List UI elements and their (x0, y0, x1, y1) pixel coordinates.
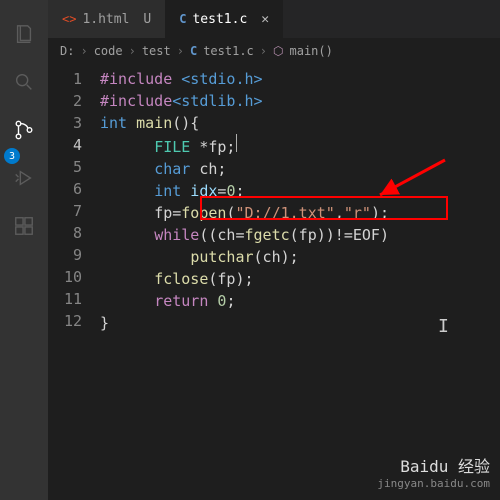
c-file-icon: C (179, 12, 186, 26)
breadcrumb[interactable]: D: › code › test › C test1.c › ⬡ main() (48, 38, 500, 64)
line-number: 4 (48, 134, 82, 156)
t: (fp); (208, 270, 253, 288)
files-icon[interactable] (10, 20, 38, 48)
t (100, 182, 154, 200)
activity-bar: 3 (0, 0, 48, 500)
c-file-icon: C (190, 44, 197, 58)
symbol-icon: ⬡ (273, 44, 283, 58)
line-number: 8 (48, 222, 82, 244)
t: (ch); (254, 248, 299, 266)
t: main (127, 114, 172, 132)
t: putchar (190, 248, 253, 266)
t (100, 292, 154, 310)
watermark-brand: Baidu 经验 (377, 453, 490, 477)
debug-icon[interactable] (10, 164, 38, 192)
t: int (100, 114, 127, 132)
line-number: 1 (48, 68, 82, 90)
chevron-right-icon: › (260, 44, 267, 58)
extensions-icon[interactable] (10, 212, 38, 240)
watermark: Baidu 经验 jingyan.baidu.com (377, 453, 490, 490)
line-number: 10 (48, 266, 82, 288)
t (100, 160, 154, 178)
t: #include (100, 92, 172, 110)
t (100, 138, 154, 156)
chevron-right-icon: › (80, 44, 87, 58)
t: <stdlib.h> (172, 92, 262, 110)
tab-html[interactable]: <> 1.html U (48, 0, 165, 38)
line-number: 2 (48, 90, 82, 112)
t: *fp; (190, 138, 235, 156)
t: while (154, 226, 199, 244)
line-number: 9 (48, 244, 82, 266)
t: int (154, 182, 181, 200)
cursor-icon (236, 134, 237, 152)
source-control-icon[interactable] (10, 116, 38, 144)
tab-label: test1.c (192, 12, 247, 27)
arrow-icon (370, 155, 450, 205)
line-number: 3 (48, 112, 82, 134)
t: FILE (154, 138, 190, 156)
line-number: 6 (48, 178, 82, 200)
t: fclose (154, 270, 208, 288)
t: fp= (154, 204, 181, 222)
t (100, 204, 154, 222)
line-number: 12 (48, 310, 82, 332)
t: (fp))!=EOF) (290, 226, 389, 244)
crumb[interactable]: main() (290, 44, 333, 58)
modified-indicator: U (143, 12, 151, 27)
chevron-right-icon: › (129, 44, 136, 58)
scm-badge: 3 (4, 148, 20, 164)
close-icon[interactable]: ✕ (261, 12, 269, 27)
crumb[interactable]: D: (60, 44, 74, 58)
t: ch; (190, 160, 226, 178)
editor[interactable]: 1 2 3 4 5 6 7 8 9 10 11 12 #include <std… (48, 64, 500, 500)
crumb[interactable]: code (94, 44, 123, 58)
tab-label: 1.html (82, 12, 129, 27)
chevron-right-icon: › (177, 44, 184, 58)
t: } (100, 314, 109, 332)
line-number: 11 (48, 288, 82, 310)
tab-bar: <> 1.html U C test1.c ✕ (48, 0, 500, 38)
t: (){ (172, 114, 199, 132)
crumb[interactable]: test (142, 44, 171, 58)
crumb[interactable]: test1.c (203, 44, 254, 58)
t (100, 248, 190, 266)
search-icon[interactable] (10, 68, 38, 96)
t: fgetc (245, 226, 290, 244)
watermark-url: jingyan.baidu.com (377, 477, 490, 490)
line-number: 7 (48, 200, 82, 222)
t: ; (226, 292, 235, 310)
t: <stdio.h> (172, 70, 262, 88)
html-file-icon: <> (62, 12, 76, 26)
t: #include (100, 70, 172, 88)
text-cursor-icon: I (438, 316, 449, 337)
t: return (154, 292, 208, 310)
t: char (154, 160, 190, 178)
tab-c[interactable]: C test1.c ✕ (165, 0, 283, 38)
line-number: 5 (48, 156, 82, 178)
t (100, 270, 154, 288)
line-gutter: 1 2 3 4 5 6 7 8 9 10 11 12 (48, 68, 92, 332)
t: ((ch= (199, 226, 244, 244)
t (100, 226, 154, 244)
